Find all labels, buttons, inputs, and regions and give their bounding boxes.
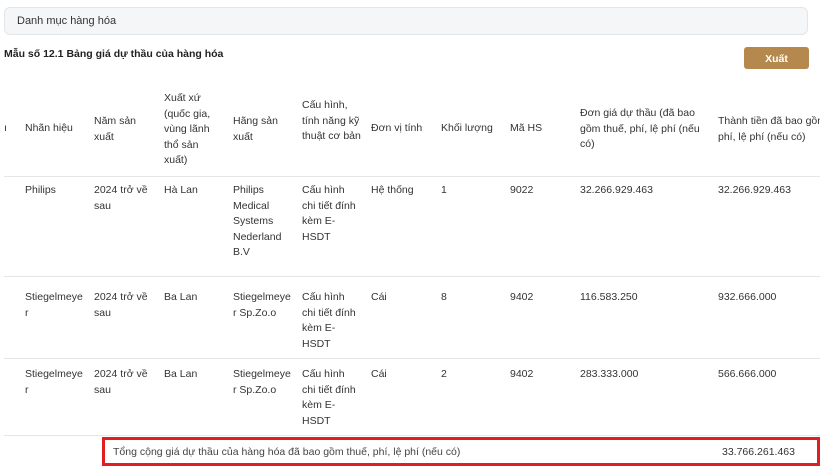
cell-line-total: 566.666.000 bbox=[718, 368, 777, 380]
cell-unit: Hệ thống bbox=[371, 184, 414, 196]
category-tab-bar[interactable]: Danh mục hàng hóa bbox=[4, 7, 808, 35]
export-excel-button[interactable]: Xuất Excel bbox=[744, 47, 809, 87]
header-year: Năm sản xuất bbox=[94, 115, 137, 143]
header-unit-price: Đơn giá dự thầu (đã bao gồm thuế, phí, l… bbox=[580, 107, 700, 150]
header-config: Cấu hình, tính năng kỹ thuật cơ bản bbox=[302, 99, 361, 142]
cell-unit: Cái bbox=[371, 368, 387, 380]
table-title: Mẫu số 12.1 Bảng giá dự thầu của hàng hó… bbox=[4, 48, 224, 60]
cell-qty: 1 bbox=[441, 184, 447, 196]
header-hs: Mã HS bbox=[510, 122, 543, 134]
cell-hs: 9022 bbox=[510, 184, 534, 196]
cell-line-total: 32.266.929.463 bbox=[718, 184, 791, 196]
cell-origin: Hà Lan bbox=[164, 184, 198, 196]
cell-unit-price: 32.266.929.463 bbox=[580, 184, 653, 196]
grand-total-label: Tổng cộng giá dự thầu của hàng hóa đã ba… bbox=[113, 446, 461, 458]
header-line-total: Thành tiền đã bao gồm thuế, phí, lệ phí … bbox=[718, 115, 820, 143]
cell-qty: 2 bbox=[441, 368, 447, 380]
header-maker: Hãng sản xuất bbox=[233, 115, 278, 143]
cell-maker: Stiegelmeyer Sp.Zo.o bbox=[233, 291, 291, 319]
cell-year: 2024 trở về sau bbox=[94, 291, 148, 319]
cell-unit: Cái bbox=[371, 291, 387, 303]
cell-maker: Philips Medical Systems Nederland B.V bbox=[233, 184, 282, 258]
cell-brand: Stiegelmeyer bbox=[25, 368, 83, 396]
row-divider bbox=[4, 435, 820, 436]
cell-config: Cấu hình chi tiết đính kèm E-HSDT bbox=[302, 184, 356, 243]
grand-total-value: 33.766.261.463 bbox=[722, 446, 795, 458]
row-divider bbox=[4, 358, 820, 359]
cell-origin: Ba Lan bbox=[164, 291, 198, 303]
cell-brand: Stiegelmeyer bbox=[25, 291, 83, 319]
cell-config: Cấu hình chi tiết đính kèm E-HSDT bbox=[302, 368, 356, 427]
header-divider bbox=[4, 176, 820, 177]
cell-maker: Stiegelmeyer Sp.Zo.o bbox=[233, 368, 291, 396]
row-divider bbox=[4, 276, 820, 277]
cell-hs: 9402 bbox=[510, 368, 534, 380]
cell-unit-price: 283.333.000 bbox=[580, 368, 639, 380]
cell-line-total: 932.666.000 bbox=[718, 291, 777, 303]
grand-total-row: Tổng cộng giá dự thầu của hàng hóa đã ba… bbox=[102, 437, 820, 466]
header-brand: Nhãn hiệu bbox=[25, 122, 73, 134]
cell-origin: Ba Lan bbox=[164, 368, 198, 380]
header-qty: Khối lượng bbox=[441, 122, 493, 134]
header-stub: ı bbox=[4, 122, 7, 134]
cell-qty: 8 bbox=[441, 291, 447, 303]
cell-brand: Philips bbox=[25, 184, 56, 196]
cell-config: Cấu hình chi tiết đính kèm E-HSDT bbox=[302, 291, 356, 350]
header-origin: Xuất xứ (quốc gia, vùng lãnh thổ sản xuấ… bbox=[164, 92, 211, 166]
header-unit: Đơn vị tính bbox=[371, 122, 423, 134]
cell-hs: 9402 bbox=[510, 291, 534, 303]
cell-year: 2024 trở về sau bbox=[94, 184, 148, 212]
bid-price-table: ı Nhãn hiệu Năm sản xuất Xuất xứ (quốc g… bbox=[4, 84, 820, 466]
cell-unit-price: 116.583.250 bbox=[580, 291, 638, 303]
tab-goods-category[interactable]: Danh mục hàng hóa bbox=[17, 15, 116, 27]
cell-year: 2024 trở về sau bbox=[94, 368, 148, 396]
